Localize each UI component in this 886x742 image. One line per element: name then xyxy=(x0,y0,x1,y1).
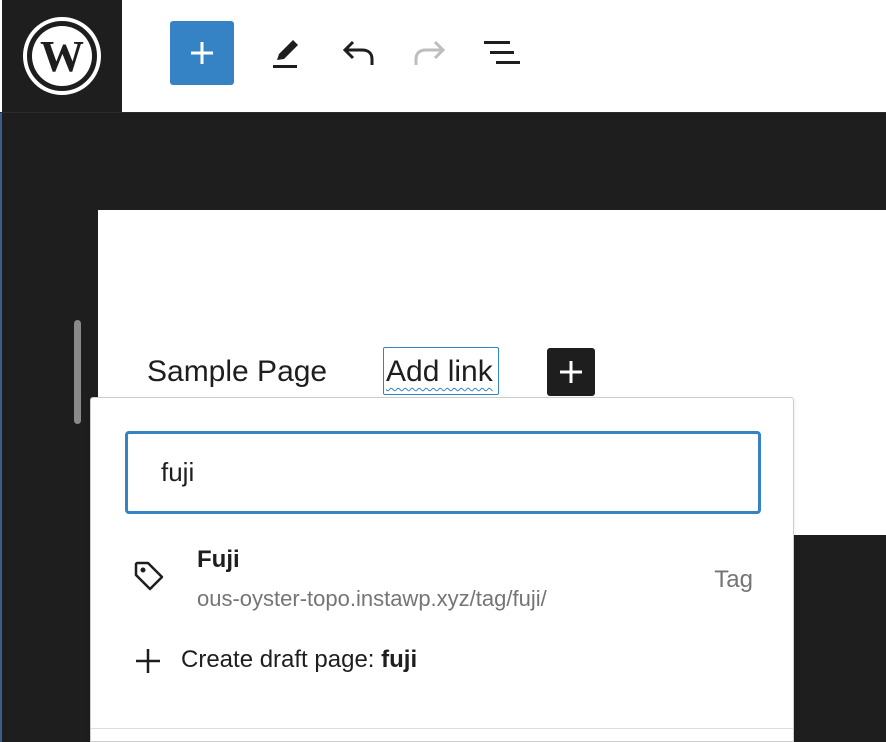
create-draft-page-term: fuji xyxy=(381,646,418,673)
wordpress-logo-icon: W xyxy=(23,17,101,95)
pencil-icon xyxy=(273,40,298,68)
redo-icon xyxy=(414,40,446,65)
popover-divider xyxy=(91,728,793,729)
result-type-label: Tag xyxy=(714,566,753,593)
undo-icon xyxy=(342,40,374,65)
plus-icon xyxy=(560,361,582,383)
add-block-button[interactable] xyxy=(547,348,595,396)
undo-button[interactable] xyxy=(326,21,390,85)
link-control-popover: Fuji ous-oyster-topo.instawp.xyz/tag/fuj… xyxy=(90,397,794,742)
link-search-input[interactable] xyxy=(125,431,761,514)
create-draft-page-button[interactable]: Create draft page: fuji xyxy=(91,634,793,690)
create-draft-page-label: Create draft page: fuji xyxy=(181,646,417,674)
redo-button[interactable] xyxy=(398,21,462,85)
block-inserter-button[interactable] xyxy=(170,21,234,85)
nav-item-add-link[interactable]: Add link xyxy=(383,347,499,395)
wordpress-logo-button[interactable]: W xyxy=(2,0,122,112)
search-result-item[interactable]: Fuji ous-oyster-topo.instawp.xyz/tag/fuj… xyxy=(91,534,793,624)
svg-text:W: W xyxy=(40,32,84,81)
nav-item-sample-page[interactable]: Sample Page xyxy=(147,355,327,389)
document-overview-button[interactable] xyxy=(470,21,534,85)
plus-icon xyxy=(136,649,160,673)
editor-header: W xyxy=(0,0,886,113)
result-title: Fuji xyxy=(197,546,240,573)
tools-button[interactable] xyxy=(254,21,318,85)
canvas-scrollbar[interactable] xyxy=(74,320,81,424)
plus-icon xyxy=(191,42,213,64)
result-url: ous-oyster-topo.instawp.xyz/tag/fuji/ xyxy=(197,586,547,611)
tag-icon xyxy=(134,561,164,591)
create-draft-page-text: Create draft page: xyxy=(181,646,382,673)
list-view-icon xyxy=(484,41,520,64)
